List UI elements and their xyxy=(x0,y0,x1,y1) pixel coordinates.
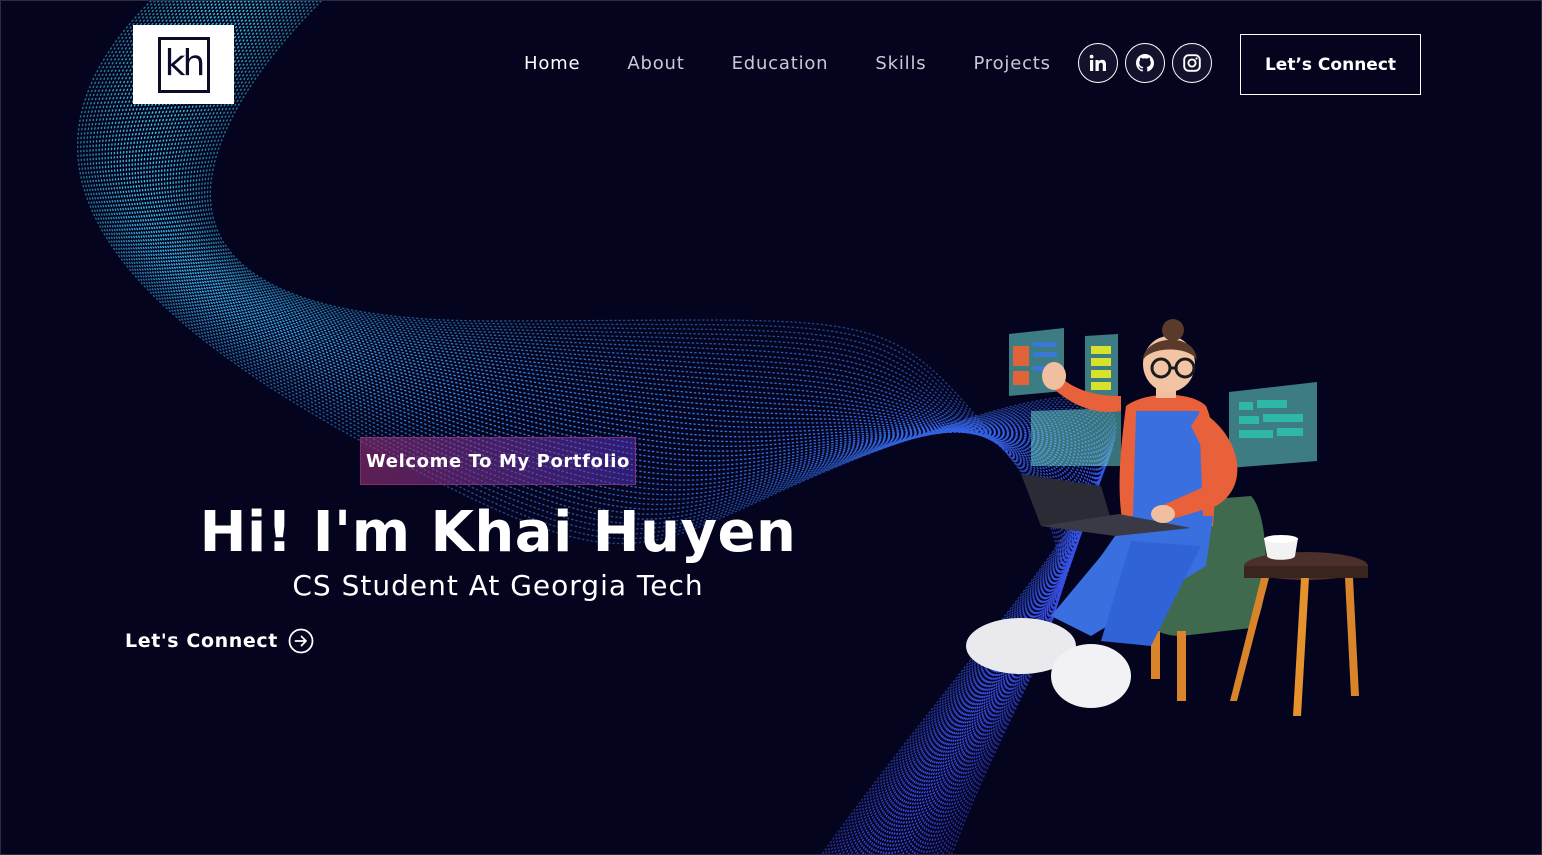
wave-line xyxy=(189,1,1069,854)
social-links xyxy=(1078,43,1219,83)
floating-screen-lower xyxy=(1031,408,1121,466)
logo-text: kh xyxy=(164,42,206,84)
hero-connect-label: Let's Connect xyxy=(125,630,278,652)
hero-title: Hi! I'm Khai Huyen xyxy=(199,500,797,565)
nav-item-education[interactable]: Education xyxy=(732,51,829,77)
github-button[interactable] xyxy=(1125,43,1165,83)
main-nav: Home About Education Skills Projects xyxy=(524,51,1098,77)
linkedin-icon xyxy=(1089,54,1106,71)
developer-illustration xyxy=(966,319,1368,716)
hero-connect-link[interactable]: Let's Connect xyxy=(125,628,314,654)
logo-frame: kh xyxy=(157,36,210,93)
instagram-icon xyxy=(1183,54,1201,72)
nav-item-projects[interactable]: Projects xyxy=(973,51,1050,77)
welcome-tagline: Welcome To My Portfolio xyxy=(360,437,636,485)
wave-line xyxy=(184,1,1072,854)
instagram-button[interactable] xyxy=(1172,43,1212,83)
nav-item-skills[interactable]: Skills xyxy=(875,51,926,77)
arrow-circle-right-icon xyxy=(288,628,314,654)
github-icon xyxy=(1136,54,1154,72)
floating-screen-right xyxy=(1229,382,1317,468)
nav-item-home[interactable]: Home xyxy=(524,51,580,77)
linkedin-button[interactable] xyxy=(1078,43,1118,83)
hero-subtitle: CS Student At Georgia Tech xyxy=(292,569,704,602)
logo[interactable]: kh xyxy=(133,25,234,104)
nav-item-about[interactable]: About xyxy=(627,51,684,77)
lets-connect-button[interactable]: Let’s Connect xyxy=(1240,34,1421,95)
floating-screen-middle xyxy=(1085,334,1118,396)
page-frame: kh Home About Education Skills Projects xyxy=(0,0,1542,855)
wave-line xyxy=(157,1,1083,854)
